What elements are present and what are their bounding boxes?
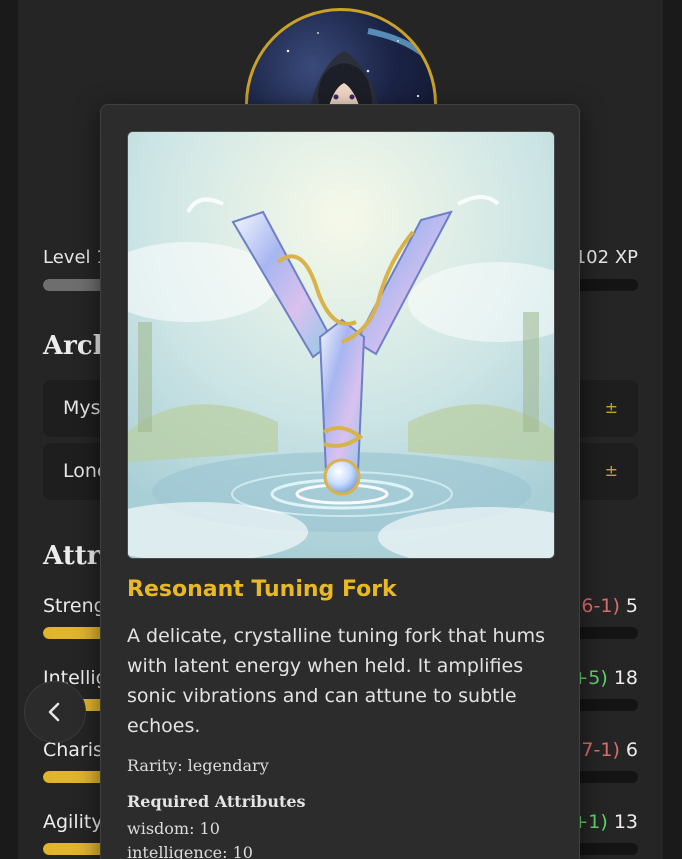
attribute-name: Agility bbox=[43, 811, 103, 833]
required-attributes-heading: Required Attributes bbox=[127, 792, 306, 811]
attribute-value: (7-1) 6 bbox=[574, 739, 638, 761]
level-label: Level 1 bbox=[43, 247, 108, 268]
item-tooltip-card: Resonant Tuning Fork A delicate, crystal… bbox=[100, 104, 580, 859]
chevron-left-icon bbox=[48, 702, 60, 722]
attribute-value: +5) 18 bbox=[572, 667, 638, 689]
item-image bbox=[127, 131, 555, 559]
attribute-name: Streng bbox=[43, 595, 106, 617]
xp-label: 102 XP bbox=[574, 247, 638, 268]
attribute-total: 18 bbox=[613, 667, 638, 689]
archetype-toggle-button[interactable]: ± bbox=[605, 398, 618, 417]
item-name: Resonant Tuning Fork bbox=[127, 577, 397, 602]
attribute-modifier: (7-1) bbox=[574, 739, 620, 761]
item-rarity: Rarity: legendary bbox=[127, 756, 269, 775]
back-button[interactable] bbox=[24, 681, 86, 743]
attribute-total: 6 bbox=[625, 739, 638, 761]
requirement-line: intelligence: 10 bbox=[127, 843, 253, 859]
item-description: A delicate, crystalline tuning fork that… bbox=[127, 625, 545, 737]
attribute-value: +1) 13 bbox=[572, 811, 638, 833]
archetype-label: Mys bbox=[63, 397, 101, 419]
requirement-line: wisdom: 10 bbox=[127, 819, 220, 838]
archetype-toggle-button[interactable]: ± bbox=[605, 461, 618, 480]
attribute-total: 5 bbox=[625, 595, 638, 617]
tuning-fork-art-icon bbox=[128, 132, 554, 558]
attribute-total: 13 bbox=[613, 811, 638, 833]
attribute-modifier: (6-1) bbox=[574, 595, 620, 617]
attribute-value: (6-1) 5 bbox=[574, 595, 638, 617]
